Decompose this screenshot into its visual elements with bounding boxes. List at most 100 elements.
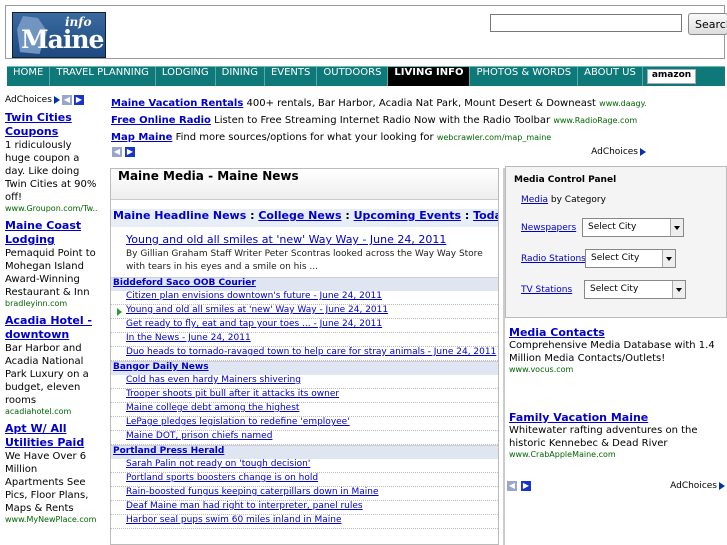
nav-lodging[interactable]: LODGING [156, 67, 216, 86]
ad-unit[interactable]: Apt W/ All Utilities Paid We Have Over 6… [5, 422, 97, 524]
nav-events[interactable]: EVENTS [265, 67, 318, 86]
tab-upcoming-events[interactable]: Upcoming Events [354, 209, 461, 222]
nav-about-us[interactable]: ABOUT US [578, 67, 643, 86]
section-header[interactable]: Portland Press Herald [111, 445, 498, 459]
media-link[interactable]: Media [521, 195, 548, 205]
news-item[interactable]: Cold has even hardy Mainers shivering [111, 375, 498, 389]
nav-travel-planning[interactable]: TRAVEL PLANNING [50, 67, 156, 86]
nav-home[interactable]: HOME [7, 67, 51, 86]
news-item[interactable]: Portland sports boosters change is on ho… [111, 473, 498, 487]
prev-arrow-icon[interactable]: ◀ [112, 147, 122, 157]
news-item[interactable]: Sarah Palin not ready on 'tough decision… [111, 459, 498, 473]
ad-title[interactable]: Twin Cities Coupons [5, 111, 97, 139]
amazon-logo[interactable]: amazon [646, 69, 697, 84]
news-item[interactable]: Harbor seal pups swim 60 miles inland in… [111, 515, 498, 529]
next-arrow-icon[interactable]: ▶ [521, 481, 531, 491]
news-item[interactable]: Maine DOT, prison chiefs named [111, 431, 498, 445]
section-header[interactable]: Bangor Daily News [111, 361, 498, 375]
ad-title[interactable]: Family Vacation Maine [509, 411, 725, 424]
logo-info: info [65, 15, 92, 29]
news-item[interactable]: In the News - June 24, 2011 [111, 333, 498, 347]
news-item[interactable]: Maine college debt among the highest [111, 403, 498, 417]
adchoices[interactable]: AdChoices [591, 147, 646, 157]
search-input[interactable] [490, 14, 682, 32]
ad-url[interactable]: www.CrabAppleMaine.com [509, 450, 725, 459]
ad-url[interactable]: www.Groupon.com/Tw... [5, 204, 97, 213]
tv-city-select[interactable]: Select City [584, 280, 686, 299]
ad-unit[interactable]: Twin Cities Coupons 1 ridiculously huge … [5, 111, 97, 213]
ad-title[interactable]: Maine Coast Lodging [5, 219, 97, 247]
top-ad-url[interactable]: webcrawler.com/map_maine [437, 133, 551, 142]
top-ad-url[interactable]: www.daagy.com/For_Rent [599, 99, 646, 108]
news-item[interactable]: LePage pledges legislation to redefine '… [111, 417, 498, 431]
news-item[interactable]: Get ready to fly, eat and tap your toes … [111, 319, 498, 333]
ad-unit[interactable]: Maine Coast Lodging Pemaquid Point to Mo… [5, 219, 97, 308]
ad-url[interactable]: www.MyNewPlace.com [5, 515, 97, 524]
adchoices-icon [640, 148, 646, 156]
nav-photos-words[interactable]: PHOTOS & WORDS [470, 67, 579, 86]
bullet-arrow-icon [117, 308, 122, 316]
search-button[interactable]: Search [688, 13, 727, 35]
site-header: Maine info Search [5, 5, 727, 59]
main-nav: HOME TRAVEL PLANNING LODGING DINING EVEN… [7, 66, 725, 86]
next-arrow-icon[interactable]: ▶ [125, 147, 135, 157]
section-header[interactable]: Biddeford Saco OOB Courier [111, 277, 498, 291]
ad-unit[interactable]: Media Contacts Comprehensive Media Datab… [509, 326, 725, 374]
ad-desc: Whitewater rafting adventures on the his… [509, 425, 698, 449]
maine-info-logo[interactable]: Maine info [12, 12, 106, 58]
news-item[interactable]: Citizen plan envisions downtown's future… [111, 291, 498, 305]
featured-headline[interactable]: Young and old all smiles at 'new' Way Wa… [126, 233, 483, 246]
top-ad-desc: Find more sources/options for what your … [175, 132, 434, 143]
tab-headline-news[interactable]: Maine Headline News [113, 209, 246, 222]
ad-unit[interactable]: Acadia Hotel - downtown Bar Harbor and A… [5, 314, 97, 416]
top-ad-title[interactable]: Free Online Radio [111, 115, 211, 126]
top-ad-url[interactable]: www.RadioRage.com [553, 116, 637, 125]
top-ad-title[interactable]: Map Maine [111, 132, 172, 143]
news-item[interactable]: Deaf Maine man had right to interpreter,… [111, 501, 498, 515]
ad-desc: We Have Over 6 Million Apartments See Pi… [5, 451, 89, 514]
ad-url[interactable]: www.vocus.com [509, 365, 725, 374]
ad-desc: Bar Harbor and Acadia National Park Luxu… [5, 343, 89, 406]
by-category-text: by Category [548, 195, 606, 205]
adchoices[interactable]: AdChoices ◀ ▶ [5, 95, 97, 105]
adchoices[interactable]: AdChoices [670, 481, 725, 491]
radio-city-select[interactable]: Select City [585, 249, 676, 268]
tv-stations-label[interactable]: TV Stations [521, 285, 572, 295]
adchoices-label: AdChoices [5, 95, 52, 105]
ad-desc: Pemaquid Point to Mohegan Island Award-W… [5, 248, 96, 298]
ad-url[interactable]: acadiahotel.com [5, 407, 97, 416]
top-ad-row[interactable]: Maine Vacation Rentals 400+ rentals, Bar… [111, 95, 646, 112]
tab-todays-events[interactable]: Today's Events (Tw [473, 209, 498, 222]
right-column: Media Control Panel Media by Category Ne… [505, 166, 727, 496]
next-arrow-icon[interactable]: ▶ [73, 95, 84, 105]
top-ad-desc: Listen to Free Streaming Internet Radio … [214, 115, 551, 126]
nav-dining[interactable]: DINING [216, 67, 265, 86]
ad-desc: Comprehensive Media Database with 1.4 Mi… [509, 340, 715, 364]
nav-outdoors[interactable]: OUTDOORS [317, 67, 389, 86]
top-ad-title[interactable]: Maine Vacation Rentals [111, 98, 243, 109]
featured-excerpt: By Gillian Graham Staff Writer Peter Sco… [126, 249, 483, 272]
news-item[interactable]: Young and old all smiles at 'new' Way Wa… [111, 305, 498, 319]
adchoices-icon [719, 482, 725, 490]
top-ad-row[interactable]: Map Maine Find more sources/options for … [111, 129, 646, 146]
ad-title[interactable]: Apt W/ All Utilities Paid [5, 422, 97, 450]
radio-stations-label[interactable]: Radio Stations [521, 254, 586, 264]
tab-college-news[interactable]: College News [258, 209, 341, 222]
newspapers-city-select[interactable]: Select City [582, 218, 684, 237]
left-ad-column: AdChoices ◀ ▶ Twin Cities Coupons 1 ridi… [5, 95, 97, 545]
panel-title: Media Control Panel [514, 175, 617, 185]
news-item[interactable]: Rain-boosted fungus keeping caterpillars… [111, 487, 498, 501]
chevron-down-icon [670, 219, 683, 236]
ad-unit[interactable]: Family Vacation Maine Whitewater rafting… [509, 411, 725, 459]
prev-arrow-icon[interactable]: ◀ [507, 481, 517, 491]
nav-living-info[interactable]: LIVING INFO [388, 67, 471, 86]
news-item[interactable]: Duo heads to tornado-ravaged town to hel… [111, 347, 498, 361]
ad-title[interactable]: Media Contacts [509, 326, 725, 339]
top-ad-row[interactable]: Free Online Radio Listen to Free Streami… [111, 112, 646, 129]
prev-arrow-icon[interactable]: ◀ [61, 95, 72, 105]
ad-title[interactable]: Acadia Hotel - downtown [5, 314, 97, 342]
news-item[interactable]: Trooper shoots pit bull after it attacks… [111, 389, 498, 403]
top-ad-controls: ◀ ▶ AdChoices [111, 146, 646, 160]
newspapers-label[interactable]: Newspapers [521, 223, 576, 233]
ad-url[interactable]: bradleyinn.com [5, 299, 97, 308]
